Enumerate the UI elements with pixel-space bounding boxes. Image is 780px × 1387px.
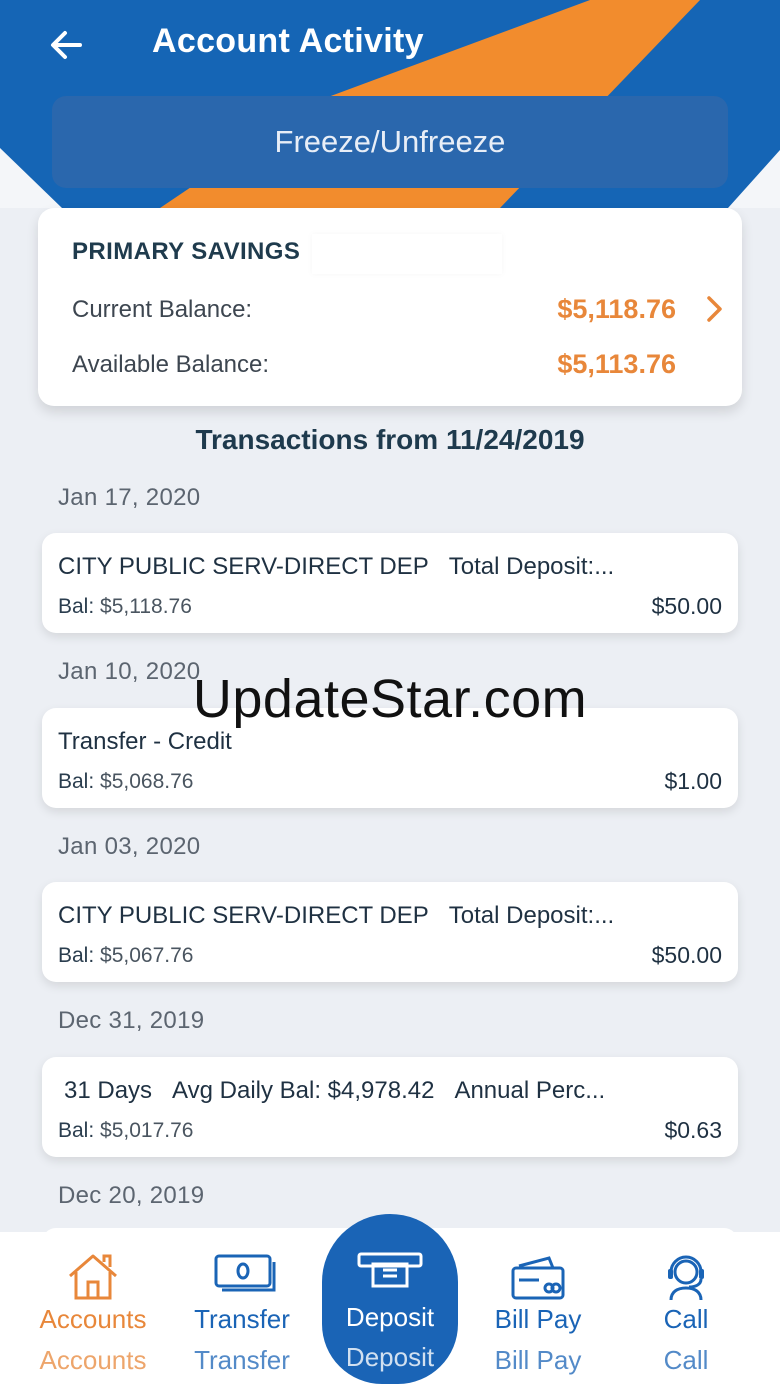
bottom-nav: Accounts Accounts Transfer Transfer Depo…	[0, 1214, 780, 1387]
transaction-balance: Bal: $5,118.76	[58, 595, 192, 619]
transaction-row[interactable]: CITY PUBLIC SERV-DIRECT DEP Total Deposit…	[42, 533, 738, 633]
nav-transfer-label-ghost: Transfer	[194, 1345, 290, 1375]
nav-accounts-label-ghost: Accounts	[39, 1345, 147, 1375]
date-label: Dec 20, 2019	[58, 1182, 205, 1209]
nav-accounts[interactable]: Accounts Accounts	[18, 1232, 168, 1387]
account-number-mask	[312, 234, 502, 274]
header: Account Activity Freeze/Unfreeze	[0, 0, 780, 208]
home-icon	[64, 1252, 122, 1302]
transaction-desc: CITY PUBLIC SERV-DIRECT DEP	[58, 553, 429, 580]
current-balance-value: $5,118.76	[557, 294, 676, 324]
available-balance-value: $5,113.76	[557, 349, 676, 379]
nav-bill-pay[interactable]: Bill Pay Bill Pay	[463, 1232, 613, 1387]
balance-label: Bal:	[58, 1119, 95, 1142]
header-corner-right	[728, 150, 780, 208]
date-label: Jan 03, 2020	[58, 833, 201, 860]
transaction-row[interactable]: 31 Days Avg Daily Bal: $4,978.42 Annual Pe…	[42, 1057, 738, 1157]
chevron-right-icon[interactable]	[704, 294, 726, 324]
deposit-icon	[355, 1250, 425, 1294]
transaction-row[interactable]: CITY PUBLIC SERV-DIRECT DEP Total Deposit…	[42, 882, 738, 982]
money-icon	[213, 1252, 276, 1302]
date-label: Jan 17, 2020	[58, 484, 201, 511]
nav-deposit-label-ghost: Deposit	[345, 1342, 435, 1372]
transaction-balance: Bal: $5,068.76	[58, 770, 193, 794]
current-balance-label: Current Balance:	[72, 296, 253, 323]
transaction-desc: CITY PUBLIC SERV-DIRECT DEP	[58, 902, 429, 929]
balance-label: Bal:	[58, 595, 95, 618]
page-title: Account Activity	[152, 22, 424, 60]
account-name: PRIMARY SAVINGS	[72, 238, 301, 265]
credit-card-icon	[509, 1252, 567, 1302]
nav-bill-pay-label-ghost: Bill Pay	[494, 1345, 582, 1375]
transaction-balance: Bal: $5,017.76	[58, 1119, 193, 1143]
transaction-description: CITY PUBLIC SERV-DIRECT DEP Total Deposit…	[58, 902, 614, 930]
available-balance-label: Available Balance:	[72, 351, 270, 378]
nav-deposit[interactable]: Deposit Deposit	[322, 1214, 458, 1384]
balance-label: Bal:	[58, 944, 95, 967]
back-arrow-icon[interactable]	[44, 22, 90, 68]
transaction-description: CITY PUBLIC SERV-DIRECT DEP Total Deposit…	[58, 553, 614, 581]
nav-call-label: Call	[663, 1304, 709, 1334]
date-label: Dec 31, 2019	[58, 1007, 205, 1034]
nav-bill-pay-label: Bill Pay	[494, 1304, 582, 1334]
account-summary-card[interactable]: PRIMARY SAVINGS Current Balance: $5,118.…	[38, 208, 742, 406]
nav-transfer-label: Transfer	[194, 1304, 290, 1334]
balance-value: $5,118.76	[100, 595, 192, 618]
nav-call[interactable]: Call Call	[611, 1232, 761, 1387]
transaction-description: Transfer - Credit	[58, 728, 232, 756]
transaction-desc-extra: Total Deposit:...	[448, 553, 615, 580]
nav-accounts-label: Accounts	[39, 1304, 147, 1334]
transaction-desc-extra: Total Deposit:...	[448, 902, 615, 929]
nav-transfer[interactable]: Transfer Transfer	[167, 1232, 317, 1387]
transaction-description: 31 Days Avg Daily Bal: $4,978.42 Annual Pe…	[64, 1077, 605, 1105]
transaction-amount: $50.00	[651, 593, 722, 619]
transaction-desc-extra: Avg Daily Bal: $4,978.42	[172, 1077, 435, 1104]
transaction-amount: $1.00	[664, 768, 722, 794]
transaction-desc-extra-2: Annual Perc...	[454, 1077, 606, 1104]
transaction-amount: $0.63	[664, 1117, 722, 1143]
transaction-balance: Bal: $5,067.76	[58, 944, 193, 968]
transaction-desc: Transfer - Credit	[58, 728, 232, 755]
balance-value: $5,067.76	[100, 944, 194, 967]
freeze-unfreeze-button[interactable]: Freeze/Unfreeze	[52, 96, 728, 188]
nav-call-label-ghost: Call	[663, 1345, 709, 1375]
headset-icon	[657, 1252, 715, 1302]
transaction-desc: 31 Days	[64, 1077, 153, 1104]
balance-value: $5,017.76	[100, 1119, 194, 1142]
transaction-amount: $50.00	[651, 942, 722, 968]
nav-deposit-label: Deposit	[345, 1302, 435, 1332]
balance-value: $5,068.76	[100, 770, 194, 793]
transactions-heading: Transactions from 11/24/2019	[195, 424, 585, 455]
balance-label: Bal:	[58, 770, 95, 793]
watermark-text: UpdateStar.com	[192, 669, 588, 729]
